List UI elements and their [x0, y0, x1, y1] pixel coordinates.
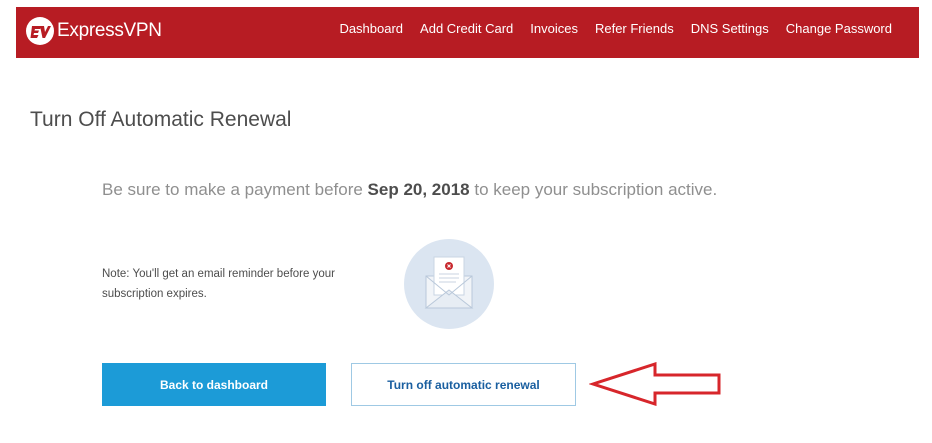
nav-change-password[interactable]: Change Password [786, 21, 892, 36]
reminder-date: Sep 20, 2018 [367, 180, 470, 199]
nav-add-credit-card[interactable]: Add Credit Card [420, 21, 513, 36]
nav-dns-settings[interactable]: DNS Settings [691, 21, 769, 36]
email-envelope-icon [404, 239, 494, 329]
nav-invoices[interactable]: Invoices [530, 21, 578, 36]
red-outline-arrow-icon [588, 361, 724, 411]
top-navbar: ExpressVPN Dashboard Add Credit Card Inv… [16, 7, 919, 58]
nav-menu: Dashboard Add Credit Card Invoices Refer… [322, 21, 892, 36]
turn-off-renewal-button[interactable]: Turn off automatic renewal [351, 363, 576, 406]
reminder-prefix: Be sure to make a payment before [102, 180, 363, 199]
payment-reminder: Be sure to make a payment before Sep 20,… [102, 180, 717, 200]
page-title: Turn Off Automatic Renewal [30, 108, 292, 131]
email-reminder-note: Note: You'll get an email reminder befor… [102, 268, 335, 300]
back-to-dashboard-button[interactable]: Back to dashboard [102, 363, 326, 406]
nav-refer-friends[interactable]: Refer Friends [595, 21, 674, 36]
brand-name: ExpressVPN [57, 20, 162, 41]
reminder-suffix: to keep your subscription active. [474, 180, 718, 199]
expressvpn-logo-icon [26, 17, 54, 45]
nav-dashboard[interactable]: Dashboard [339, 21, 403, 36]
brand-logo[interactable]: ExpressVPN [26, 17, 162, 45]
